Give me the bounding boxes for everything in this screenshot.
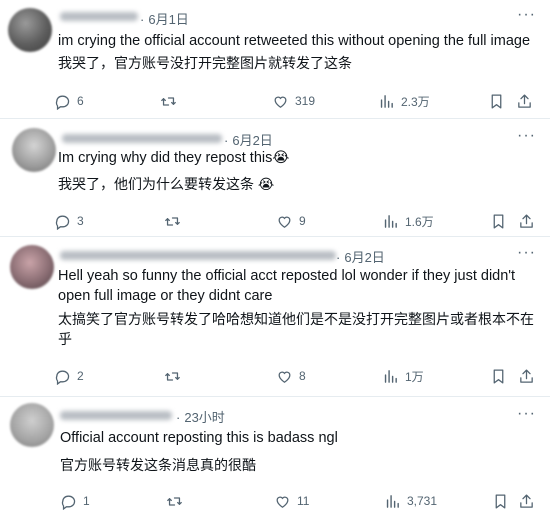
retweet-button[interactable] [164, 366, 181, 386]
views-count: 1万 [405, 369, 424, 384]
bookmark-icon [491, 93, 502, 109]
share-button[interactable] [516, 91, 533, 111]
avatar[interactable] [10, 245, 54, 289]
views-icon [380, 94, 393, 108]
like-count: 319 [295, 94, 316, 108]
more-icon[interactable]: ··· [517, 6, 536, 24]
share-button[interactable] [518, 211, 535, 231]
share-button[interactable] [518, 491, 535, 511]
share-icon [520, 368, 533, 383]
reply-item[interactable]: · 23小时 ··· Official account reposting thi… [0, 397, 550, 517]
reply-item[interactable]: · 6月1日 ··· im crying the official account… [0, 0, 550, 119]
action-bar: 2 8 1万 [54, 366, 542, 386]
views-count: 3,731 [407, 494, 438, 508]
views-button[interactable]: 2.3万 [378, 91, 430, 111]
like-count: 9 [299, 214, 306, 228]
reply-count: 6 [77, 94, 84, 108]
timestamp[interactable]: 6月2日 [344, 250, 384, 265]
like-icon [278, 216, 291, 228]
like-button[interactable]: 11 [274, 491, 309, 511]
bookmark-button[interactable] [490, 211, 507, 231]
views-count: 1.6万 [405, 214, 434, 229]
views-icon [384, 214, 397, 228]
reply-button[interactable]: 1 [60, 491, 90, 511]
action-bar: 3 9 1.6万 [54, 211, 542, 231]
reply-count: 2 [77, 369, 84, 383]
bookmark-icon [493, 368, 504, 384]
reply-icon [55, 215, 70, 230]
reply-icon [61, 495, 76, 510]
share-icon [518, 93, 531, 108]
retweet-icon [165, 371, 180, 381]
bookmark-button[interactable] [488, 91, 505, 111]
reply-icon [55, 370, 70, 385]
retweet-icon [167, 496, 182, 506]
more-icon[interactable]: ··· [517, 244, 536, 262]
bookmark-button[interactable] [490, 366, 507, 386]
timestamp[interactable]: 6月2日 [232, 133, 272, 148]
views-icon [384, 369, 397, 383]
views-button[interactable]: 1.6万 [382, 211, 434, 231]
reply-button[interactable]: 6 [54, 91, 84, 111]
avatar[interactable] [12, 128, 56, 172]
share-icon [520, 213, 533, 228]
reply-text-en: Im crying why did they repost this😭 [58, 150, 290, 166]
views-count: 2.3万 [401, 94, 430, 109]
bookmark-button[interactable] [492, 491, 509, 511]
action-bar: 6 319 2.3万 [54, 91, 542, 111]
author-name[interactable] [60, 411, 172, 420]
reply-text-cn: 我哭了，他们为什么要转发这条 😭 [58, 176, 275, 192]
like-icon [276, 496, 289, 508]
retweet-button[interactable] [160, 91, 177, 111]
more-icon[interactable]: ··· [517, 405, 536, 423]
retweet-button[interactable] [164, 211, 181, 231]
more-icon[interactable]: ··· [517, 127, 536, 145]
reply-item[interactable]: · 6月2日 ··· Hell yeah so funny the officia… [0, 237, 550, 397]
action-bar: 1 11 3,731 [60, 491, 542, 511]
timestamp[interactable]: 23小时 [184, 410, 224, 425]
like-count: 11 [297, 494, 310, 508]
reply-count: 3 [77, 214, 84, 228]
avatar[interactable] [8, 8, 52, 52]
views-button[interactable]: 1万 [382, 366, 424, 386]
share-icon [520, 493, 533, 508]
author-name[interactable] [62, 134, 222, 143]
reply-button[interactable]: 2 [54, 366, 84, 386]
like-icon [278, 371, 291, 383]
avatar[interactable] [10, 403, 54, 447]
share-button[interactable] [518, 366, 535, 386]
like-button[interactable]: 319 [272, 91, 315, 111]
author-name[interactable] [60, 251, 336, 260]
views-button[interactable]: 3,731 [384, 491, 437, 511]
like-icon [274, 96, 287, 108]
author-name[interactable] [60, 12, 138, 21]
reply-button[interactable]: 3 [54, 211, 84, 231]
reply-text-cn: 我哭了，官方账号没打开完整图片就转发了这条 [58, 55, 352, 71]
like-button[interactable]: 8 [276, 366, 306, 386]
timestamp[interactable]: 6月1日 [148, 12, 188, 27]
reply-text-en: Hell yeah so funny the official acct rep… [58, 268, 516, 304]
reply-text-cn: 太搞笑了官方账号转发了哈哈想知道他们是不是没打开完整图片或者根本不在乎 [58, 311, 534, 347]
reply-count: 1 [83, 494, 90, 508]
retweet-button[interactable] [166, 491, 183, 511]
retweet-icon [165, 216, 180, 226]
reply-text-en: im crying the official account retweeted… [58, 33, 531, 49]
like-count: 8 [299, 369, 306, 383]
bookmark-icon [493, 213, 504, 229]
reply-text-cn: 官方账号转发这条消息真的很酷 [60, 457, 256, 473]
retweet-icon [161, 96, 176, 106]
like-button[interactable]: 9 [276, 211, 306, 231]
reply-item[interactable]: · 6月2日 ··· Im crying why did they repost … [0, 119, 550, 237]
reply-text-en: Official account reposting this is badas… [60, 430, 338, 446]
reply-icon [55, 95, 70, 110]
views-icon [386, 494, 399, 508]
bookmark-icon [495, 493, 506, 509]
